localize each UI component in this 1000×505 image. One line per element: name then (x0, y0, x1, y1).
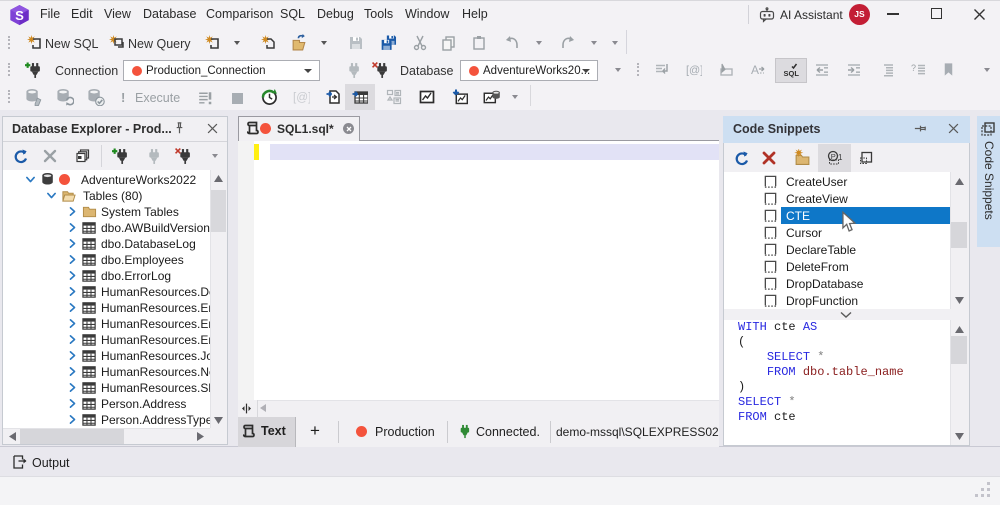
svg-text:[@]: [@] (293, 91, 310, 104)
svg-text:A: A (751, 63, 759, 77)
svg-text:[@]: [@] (686, 65, 702, 77)
svg-text:1: 1 (838, 153, 843, 162)
svg-text:?: ? (911, 63, 916, 73)
svg-text:S: S (15, 8, 24, 23)
svg-text:SQL: SQL (784, 69, 800, 78)
